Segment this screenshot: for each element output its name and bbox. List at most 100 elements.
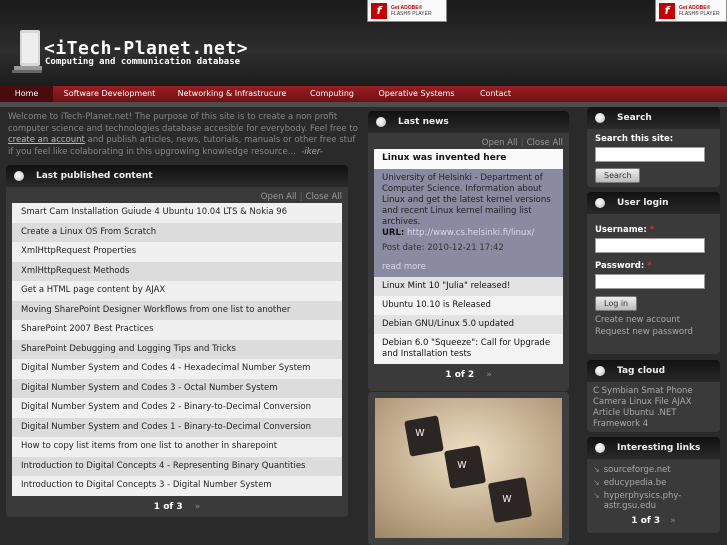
create-account-link[interactable]: Create new account <box>595 314 720 326</box>
tag-link[interactable]: .NET <box>657 408 677 418</box>
list-item[interactable]: How to copy list items from one list to … <box>12 437 342 457</box>
panel-title: Last published content <box>36 171 153 181</box>
password-field[interactable] <box>595 274 705 289</box>
next-page-link[interactable]: » <box>195 502 201 512</box>
open-all-link[interactable]: Open All <box>261 192 297 202</box>
tag-link[interactable]: Camera <box>593 397 626 407</box>
link-item[interactable]: ↘ hyperphysics.phy-astr.gsu.edu <box>587 491 720 511</box>
tag-link[interactable]: C <box>593 386 599 396</box>
request-password-link[interactable]: Request new password <box>595 326 720 338</box>
flash-badge-line2: FLASH® PLAYER <box>391 10 432 17</box>
news-item[interactable]: Ubuntu 10.10 is Released <box>374 296 563 315</box>
next-page-link[interactable]: » <box>670 516 676 526</box>
tag-link[interactable]: File <box>655 397 669 407</box>
pager: 1 of 3 » <box>6 496 348 512</box>
list-item[interactable]: Introduction to Digital Concepts 3 - Dig… <box>12 476 342 496</box>
nav-operative-systems[interactable]: Operative Systems <box>366 86 467 102</box>
panel-header: Search <box>587 107 720 129</box>
list-item[interactable]: XmlHttpRequest Properties <box>12 242 342 262</box>
svg-text:w: w <box>457 457 467 471</box>
post-date: Post date: 2010-12-21 17:42 <box>382 243 504 253</box>
panel-header: Last published content <box>6 165 348 187</box>
server-logo-icon <box>12 30 42 73</box>
bullet-icon <box>595 198 605 208</box>
link-item[interactable]: ↘ sourceforge.net <box>587 465 720 475</box>
link-text[interactable]: hyperphysics.phy-astr.gsu.edu <box>604 491 694 511</box>
create-account-link[interactable]: create an account <box>8 135 85 145</box>
nav-home[interactable]: Home <box>0 86 53 102</box>
tag-link[interactable]: Article <box>593 408 620 418</box>
site-header: <iTech-Planet.net> Computing and communi… <box>0 0 727 86</box>
open-all-link[interactable]: Open All <box>482 138 518 148</box>
nav-networking[interactable]: Networking & Infrastrucure <box>166 86 298 102</box>
news-url-link[interactable]: http://www.cs.helsinki.fi/linux/ <box>407 228 534 238</box>
svg-text:w: w <box>502 491 512 505</box>
image-panel: w w w <box>368 392 569 545</box>
list-item[interactable]: Digital Number System and Codes 4 - Hexa… <box>12 359 342 379</box>
search-button[interactable]: Search <box>595 168 641 183</box>
pager-status: 1 of 3 <box>153 501 183 512</box>
close-all-link[interactable]: Close All <box>527 138 563 148</box>
welcome-text-before: Welcome to iTech-Planet.net! The purpose… <box>8 112 358 134</box>
list-item[interactable]: SharePoint 2007 Best Practices <box>12 320 342 340</box>
news-item[interactable]: Debian 6.0 "Squeeze": Call for Upgrade a… <box>374 334 563 364</box>
list-item[interactable]: XmlHttpRequest Methods <box>12 261 342 281</box>
panel-title: Tag cloud <box>617 366 666 376</box>
tag-link[interactable]: Ubuntu <box>623 408 654 418</box>
link-item[interactable]: ↘ educypedia.be <box>587 478 720 488</box>
get-flash-player-badge[interactable]: f Get ADOBE® FLASH® PLAYER <box>367 0 447 22</box>
link-text[interactable]: educypedia.be <box>604 478 667 488</box>
tag-link[interactable]: AJAX <box>672 397 692 407</box>
list-item[interactable]: Get a HTML page content by AJAX <box>12 281 342 301</box>
list-item[interactable]: Smart Cam Installation Guiude 4 Ubuntu 1… <box>12 203 342 223</box>
list-item[interactable]: Moving SharePoint Designer Workflows fro… <box>12 300 342 320</box>
open-close-controls: Open All | Close All <box>260 192 342 202</box>
arrow-icon: ↘ <box>593 491 600 500</box>
nav-software-development[interactable]: Software Development <box>53 86 166 102</box>
list-item[interactable]: Digital Number System and Codes 2 - Bina… <box>12 398 342 418</box>
site-title[interactable]: <iTech-Planet.net> <box>44 38 248 59</box>
open-close-controls: Open All | Close All <box>481 138 563 148</box>
panel-header: Interesting links <box>587 437 720 459</box>
list-item[interactable]: SharePoint Debugging and Logging Tips an… <box>12 339 342 359</box>
welcome-signature: -iker- <box>301 146 323 157</box>
required-marker: * <box>647 261 652 271</box>
bullet-icon <box>595 366 605 376</box>
next-page-link[interactable]: » <box>486 370 492 380</box>
news-item[interactable]: Debian GNU/Linux 5.0 updated <box>374 315 563 334</box>
search-label: Search this site: <box>595 134 674 144</box>
list-item[interactable]: Create a Linux OS From Scratch <box>12 222 342 242</box>
news-headline[interactable]: Linux was invented here <box>374 149 563 169</box>
arrow-icon: ↘ <box>593 478 600 487</box>
tag-link[interactable]: Symbian <box>602 386 639 396</box>
link-text[interactable]: sourceforge.net <box>604 465 671 475</box>
list-item[interactable]: Digital Number System and Codes 1 - Bina… <box>12 417 342 437</box>
list-item[interactable]: Introduction to Digital Concepts 4 - Rep… <box>12 456 342 476</box>
svg-text:w: w <box>415 425 425 439</box>
news-expanded-body: University of Helsinki - Department of C… <box>374 169 563 277</box>
panel-header: User login <box>587 192 720 214</box>
login-button[interactable]: Log in <box>595 296 638 311</box>
tag-link[interactable]: Linux <box>629 397 652 407</box>
password-label-text: Password: <box>595 261 645 271</box>
read-more-link[interactable]: read more <box>382 262 555 273</box>
list-item[interactable]: Digital Number System and Codes 3 - Octa… <box>12 378 342 398</box>
get-flash-player-badge-2[interactable]: f Get ADOBE® FLASH® PLAYER <box>655 0 727 22</box>
tag-link[interactable]: Smat Phone <box>641 386 692 396</box>
close-all-link[interactable]: Close All <box>306 192 342 202</box>
last-published-panel: Last published content Open All | Close Al… <box>6 165 348 517</box>
news-summary: University of Helsinki - Department of C… <box>382 173 551 227</box>
main-nav: Home Software Development Networking & I… <box>0 86 727 102</box>
tag-link[interactable]: Framework 4 <box>593 419 648 429</box>
username-label-text: Username: <box>595 225 647 235</box>
nav-computing[interactable]: Computing <box>298 86 366 102</box>
bullet-icon <box>14 171 24 181</box>
search-input[interactable] <box>595 147 705 162</box>
last-news-panel: Last news Open All | Close All Linux was i… <box>368 111 569 391</box>
interesting-links-panel: Interesting links ↘ sourceforge.net ↘ educ… <box>587 437 720 533</box>
username-field[interactable] <box>595 238 705 253</box>
news-item[interactable]: Linux Mint 10 "Julia" released! <box>374 277 563 296</box>
arrow-icon: ↘ <box>593 465 600 474</box>
flash-icon: f <box>659 2 675 19</box>
nav-contact[interactable]: Contact <box>467 86 524 102</box>
